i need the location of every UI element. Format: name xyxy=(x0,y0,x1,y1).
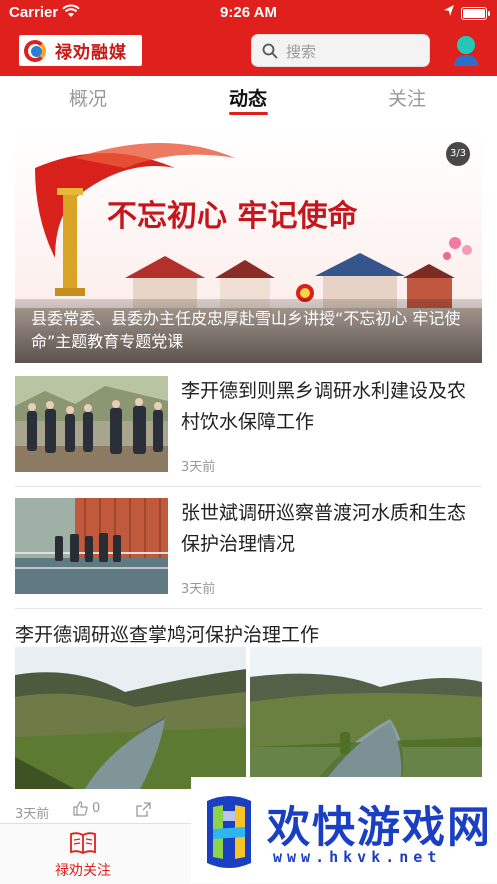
location-arrow-icon xyxy=(444,5,454,16)
multi-post-title[interactable]: 李开德调研巡查掌鸠河保护治理工作 xyxy=(15,620,319,647)
section-tabs: 概况 动态 关注 xyxy=(0,76,497,120)
news-item[interactable]: 张世斌调研巡察普渡河水质和生态保护治理情况 3天前 xyxy=(15,498,482,608)
clock: 9:26 AM xyxy=(220,4,277,21)
status-bar: Carrier 9:26 AM xyxy=(0,0,497,26)
watermark-url: www.hkvk.net xyxy=(273,848,442,866)
logo-text: 禄劝融媒 xyxy=(55,43,127,63)
banner-carousel[interactable]: 不忘初心 牢记使命 3/3 县委常委、县委办主任皮忠厚赴雪山乡讲授“不忘初心 牢… xyxy=(15,128,482,363)
news-title: 李开德到则黑乡调研水利建设及农村饮水保障工作 xyxy=(181,380,467,433)
app-logo[interactable]: 禄劝融媒 xyxy=(19,35,142,66)
news-thumbnail xyxy=(15,498,168,594)
divider xyxy=(15,608,482,609)
user-profile-icon[interactable] xyxy=(452,35,480,67)
battery-icon xyxy=(461,7,490,20)
post-time: 3天前 xyxy=(15,807,50,822)
watermark-logo-icon xyxy=(207,796,251,868)
share-icon[interactable] xyxy=(136,802,151,817)
book-icon xyxy=(70,832,96,855)
news-time: 3天前 xyxy=(181,582,216,597)
watermark: 欢快游戏网 www.hkvk.net xyxy=(191,777,497,883)
search-box[interactable] xyxy=(251,34,430,67)
like-count: 0 xyxy=(92,801,101,816)
tab-news[interactable]: 动态 xyxy=(229,84,267,111)
logo-mark-icon xyxy=(24,39,50,62)
news-time: 3天前 xyxy=(181,460,216,475)
watermark-title: 欢快游戏网 xyxy=(267,803,492,853)
news-item[interactable]: 李开德到则黑乡调研水利建设及农村饮水保障工作 3天前 xyxy=(15,376,482,486)
bottom-tab-label: 禄劝关注 xyxy=(55,863,111,879)
tab-overview[interactable]: 概况 xyxy=(69,84,107,111)
like-button[interactable]: 0 xyxy=(73,801,100,816)
bottom-tab-luquan-follow[interactable]: 禄劝关注 xyxy=(40,832,126,880)
post-image-1[interactable] xyxy=(15,647,246,789)
news-title: 张世斌调研巡察普渡河水质和生态保护治理情况 xyxy=(181,502,467,555)
banner-slogan: 不忘初心 牢记使命 xyxy=(107,199,358,234)
app-header: 禄劝融媒 xyxy=(0,26,497,76)
divider xyxy=(15,486,482,487)
news-thumbnail xyxy=(15,376,168,472)
thumbs-up-icon xyxy=(73,801,88,816)
banner-caption: 县委常委、县委办主任皮忠厚赴雪山乡讲授“不忘初心 牢记使命”主题教育专题党课 xyxy=(15,299,482,363)
tab-follow[interactable]: 关注 xyxy=(388,84,426,111)
search-input[interactable] xyxy=(284,40,418,64)
active-tab-indicator xyxy=(229,112,268,115)
search-icon xyxy=(262,43,278,59)
post-image-2[interactable] xyxy=(250,647,482,789)
banner-page-indicator: 3/3 xyxy=(446,142,470,166)
